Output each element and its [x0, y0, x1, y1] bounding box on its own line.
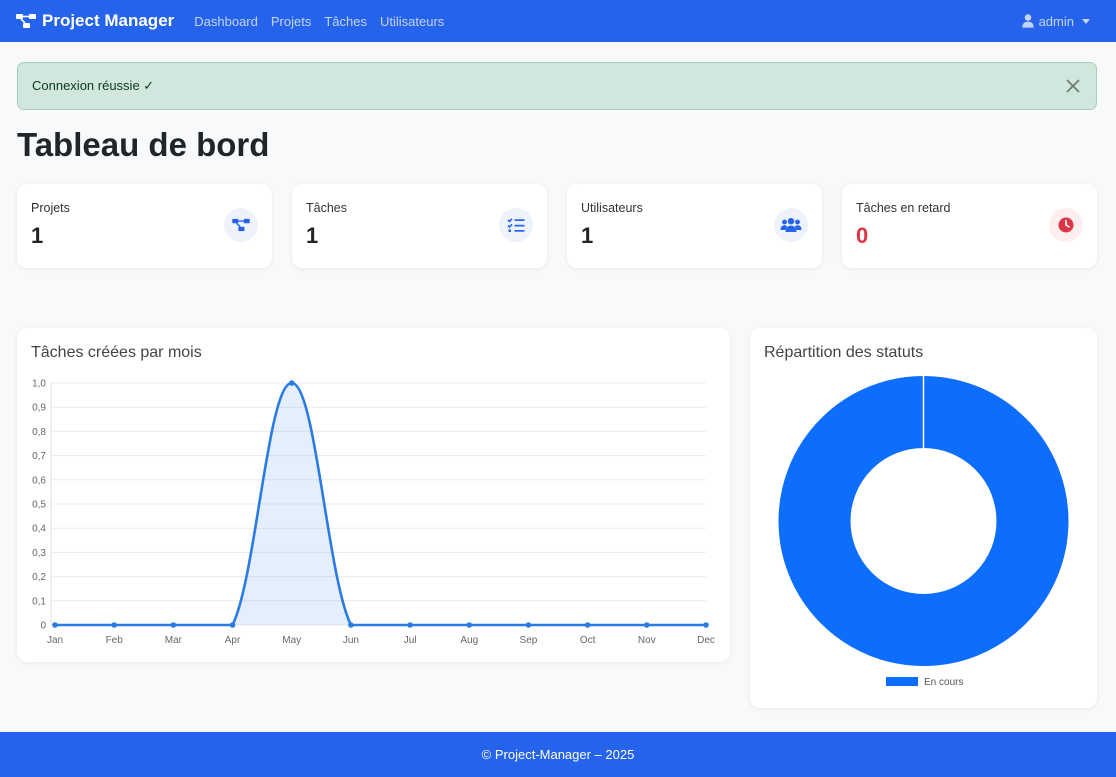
y-tick-label: 0,8: [32, 427, 46, 438]
x-tick-label: Mar: [165, 635, 183, 646]
y-tick-label: 0,9: [32, 403, 46, 414]
donut-chart-panel: Répartition des statuts En cours: [750, 328, 1097, 708]
x-tick-label: Jul: [404, 635, 417, 646]
nav-link-utilisateurs[interactable]: Utilisateurs: [380, 14, 444, 29]
stat-card-taches-en-retard[interactable]: Tâches en retard 0: [842, 184, 1097, 268]
stat-value: 1: [306, 223, 319, 248]
user-menu[interactable]: admin: [1021, 13, 1090, 29]
diagram-icon: [16, 14, 36, 28]
legend-label: En cours: [924, 677, 963, 688]
x-tick-label: Nov: [638, 635, 656, 646]
page-title: Tableau de bord: [17, 126, 270, 163]
data-point[interactable]: [644, 622, 650, 628]
user-icon: [1021, 14, 1034, 28]
y-tick-label: 0,6: [32, 475, 46, 486]
stat-value: 0: [856, 223, 869, 248]
line-chart: 0 0,1 0,2 0,3 0,4 0,5 0,6 0,7 0,8 0,9 1,0 Jan Feb Mar…: [32, 379, 715, 647]
navbar: Project Manager Dashboard Projets Tâches…: [0, 0, 1116, 42]
x-tick-label: Dec: [697, 635, 715, 646]
stat-label: Tâches: [306, 201, 347, 215]
x-tick-label: Jun: [343, 635, 359, 646]
nav-link-taches[interactable]: Tâches: [324, 14, 367, 29]
x-tick-label: Oct: [580, 635, 596, 646]
stat-card-utilisateurs[interactable]: Utilisateurs 1: [567, 184, 822, 268]
y-tick-label: 0,7: [32, 451, 46, 462]
clock-icon: [1049, 208, 1083, 242]
data-point[interactable]: [229, 622, 236, 628]
legend-swatch: [886, 677, 918, 686]
data-point[interactable]: [52, 622, 58, 628]
alert-message: Connexion réussie ✓: [32, 78, 155, 93]
brand-label: Project Manager: [42, 11, 175, 30]
data-point[interactable]: [170, 622, 177, 628]
y-tick-label: 0,5: [32, 500, 46, 511]
stat-card-projets[interactable]: Projets 1: [17, 184, 272, 268]
data-point[interactable]: [703, 622, 709, 628]
y-tick-label: 0,3: [32, 548, 46, 559]
nav-link-projets[interactable]: Projets: [271, 14, 311, 29]
stat-value: 1: [581, 223, 594, 248]
y-tick-label: 0,2: [32, 572, 46, 583]
stat-label: Tâches en retard: [856, 201, 951, 215]
chevron-down-icon: [1082, 18, 1090, 24]
y-tick-label: 0: [40, 621, 46, 632]
footer-text: © Project-Manager – 2025: [481, 747, 635, 762]
x-tick-label: Feb: [106, 635, 124, 646]
y-tick-label: 0,1: [32, 596, 46, 607]
y-tick-label: 0,4: [32, 524, 46, 535]
footer: © Project-Manager – 2025: [0, 732, 1116, 777]
stat-card-taches[interactable]: Tâches 1: [292, 184, 547, 268]
diagram-icon: [224, 208, 258, 242]
brand[interactable]: Project Manager: [16, 11, 174, 31]
data-point[interactable]: [584, 622, 591, 628]
data-point[interactable]: [525, 622, 532, 628]
close-icon[interactable]: [1064, 77, 1082, 95]
stat-value: 1: [31, 223, 44, 248]
nav-link-dashboard[interactable]: Dashboard: [194, 14, 258, 29]
user-name: admin: [1038, 13, 1074, 29]
data-point[interactable]: [348, 622, 354, 628]
data-point[interactable]: [466, 622, 473, 628]
x-tick-label: Aug: [460, 635, 478, 646]
x-tick-label: Jan: [47, 635, 63, 646]
x-tick-label: Sep: [520, 635, 538, 646]
stat-label: Utilisateurs: [581, 201, 643, 215]
success-alert: Connexion réussie ✓: [17, 62, 1097, 110]
x-tick-label: May: [282, 635, 301, 646]
stat-label: Projets: [31, 201, 70, 215]
checklist-icon: [499, 208, 533, 242]
data-point[interactable]: [288, 380, 295, 386]
data-point[interactable]: [111, 622, 117, 628]
x-tick-label: Apr: [225, 635, 241, 646]
data-point[interactable]: [407, 622, 413, 628]
donut-chart: En cours: [778, 376, 1069, 688]
users-icon: [774, 208, 808, 242]
y-tick-label: 1,0: [32, 379, 46, 390]
line-chart-panel: Tâches créées par mois 0 0,1 0,2 0,3 0,4 0,5 0…: [17, 328, 730, 662]
